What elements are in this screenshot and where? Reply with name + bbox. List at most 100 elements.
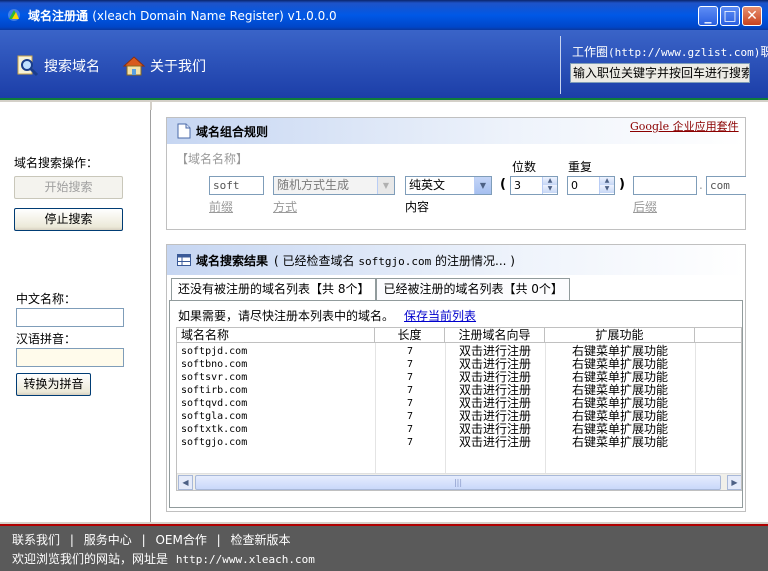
title-bar[interactable]: 域名注册通 (xleach Domain Name Register) v1.0… (0, 0, 768, 30)
table-cell-domain: softpjd.com (181, 346, 248, 357)
job-search-input[interactable]: 输入职位关键字并按回车进行搜索 (570, 63, 750, 83)
footer-separator: | (216, 533, 221, 547)
start-search-button[interactable]: 开始搜索 (14, 176, 123, 199)
prefix-label: 前缀 (209, 200, 234, 214)
scroll-right-icon[interactable]: ▶ (727, 475, 741, 490)
house-icon (122, 56, 146, 76)
cn-name-label: 中文名称： (16, 292, 77, 306)
footer-update-link[interactable]: 检查新版本 (231, 533, 291, 547)
table-cell-domain: softirb.com (181, 385, 248, 396)
nav-about-us[interactable]: 关于我们 (122, 54, 206, 78)
cn-name-input[interactable] (16, 308, 124, 327)
repeat-label: 重复 (568, 160, 593, 174)
repeat-stepper[interactable]: 0 ▲ ▼ (567, 176, 615, 195)
column-header-extension[interactable]: 扩展功能 (545, 328, 695, 343)
search-results-group: 域名搜索结果 ( 已经检查域名 softgjo.com 的注册情况... ) 还… (166, 244, 746, 512)
close-paren: ) (619, 177, 625, 192)
spin-down-icon[interactable]: ▼ (600, 185, 614, 193)
column-header-wizard[interactable]: 注册域名向导 (445, 328, 545, 343)
footer-service-link[interactable]: 服务中心 (84, 533, 132, 547)
suffix-label: 后缀 (633, 200, 658, 214)
table-cell-wizard: 双击进行注册 (458, 435, 531, 449)
domain-list[interactable]: 域名名称 长度 注册域名向导 扩展功能 softpjd.com 7 双击进行注册 右键… (176, 327, 742, 491)
search-ops-label: 域名搜索操作： (14, 156, 99, 170)
mode-label: 方式 (273, 200, 298, 214)
scroll-thumb[interactable]: ||| (195, 475, 721, 490)
suffix-input[interactable] (633, 176, 697, 195)
column-header-filler (695, 328, 741, 343)
app-icon (8, 9, 20, 21)
banner-divider (560, 36, 561, 94)
window-title: 域名注册通 (xleach Domain Name Register) v1.0… (28, 8, 337, 23)
mode-select-value: 随机方式生成 (277, 178, 350, 192)
results-tab-pane: 如果需要，请尽快注册本列表中的域名。 保存当前列表 域名名称 长度 注册域名向导 … (169, 300, 743, 508)
table-cell-length: 7 (406, 372, 414, 383)
open-paren: ( (500, 177, 506, 192)
chevron-down-icon: ▼ (377, 177, 394, 194)
content-select[interactable]: 纯英文 ▼ (405, 176, 492, 195)
table-cell-domain: softxtk.com (181, 424, 248, 435)
convert-pinyin-button[interactable]: 转换为拼音 (16, 373, 91, 396)
nav-about-label: 关于我们 (150, 59, 206, 75)
footer-site-url[interactable]: http://www.xleach.com (176, 553, 315, 566)
column-header-domain[interactable]: 域名名称 (177, 328, 375, 343)
save-list-link[interactable]: 保存当前列表 (404, 309, 476, 323)
digits-value: 3 (514, 179, 521, 192)
content-label: 内容 (405, 200, 430, 214)
horizontal-scrollbar[interactable]: ◀ ||| ▶ (177, 473, 741, 490)
column-header-length[interactable]: 长度 (375, 328, 445, 343)
search-results-header: 域名搜索结果 ( 已经检查域名 softgjo.com 的注册情况... ) (167, 245, 745, 275)
table-cell-domain: softgla.com (181, 411, 248, 422)
repeat-value: 0 (571, 179, 578, 192)
google-apps-link[interactable]: Google 企业应用套件 (630, 118, 739, 134)
nav-search-label: 搜索域名 (44, 59, 100, 75)
digits-label: 位数 (512, 160, 537, 174)
pinyin-input[interactable] (16, 348, 124, 367)
table-cell-length: 7 (406, 424, 414, 435)
table-cell-domain: softbno.com (181, 359, 248, 370)
table-cell-ext: 右键菜单扩展功能 (571, 435, 668, 449)
chevron-down-icon: ▼ (474, 177, 491, 194)
table-cell-length: 7 (406, 398, 414, 409)
spin-up-icon[interactable]: ▲ (543, 177, 557, 185)
footer-contact-link[interactable]: 联系我们 (12, 533, 60, 547)
tld-input[interactable]: com (706, 176, 746, 195)
maximize-button[interactable]: □ (720, 6, 740, 26)
content-select-value: 纯英文 (409, 178, 446, 192)
nav-search-domain[interactable]: 搜索域名 (16, 54, 100, 78)
stop-search-button[interactable]: 停止搜索 (14, 208, 123, 231)
work-circle-link[interactable]: 工作圈(http://www.gzlist.com)职位 (572, 43, 768, 60)
table-row[interactable]: softgjo.com 7 双击进行注册 右键菜单扩展功能 (177, 435, 741, 449)
spin-down-icon[interactable]: ▼ (543, 185, 557, 193)
spin-up-icon[interactable]: ▲ (600, 177, 614, 185)
results-tabs: 还没有被注册的域名列表【共 8个】 已经被注册的域名列表【共 0个】 (171, 278, 570, 301)
grid-icon (177, 254, 191, 266)
footer: 联系我们 | 服务中心 | OEM合作 | 检查新版本 欢迎浏览我们的网站，网址… (0, 524, 768, 571)
tab-registered[interactable]: 已经被注册的域名列表【共 0个】 (376, 278, 570, 300)
mode-select[interactable]: 随机方式生成 ▼ (273, 176, 395, 195)
footer-links: 联系我们 | 服务中心 | OEM合作 | 检查新版本 (12, 531, 291, 548)
footer-oem-link[interactable]: OEM合作 (155, 533, 206, 547)
dot-separator: . (699, 178, 703, 192)
scroll-left-icon[interactable]: ◀ (178, 475, 193, 490)
magnifier-icon (17, 55, 39, 77)
table-cell-domain: softqvd.com (181, 398, 248, 409)
search-status: ( 已经检查域名 softgjo.com 的注册情况... ) (274, 253, 515, 268)
footer-separator: | (69, 533, 74, 547)
pinyin-label: 汉语拼音： (16, 332, 77, 346)
digits-stepper[interactable]: 3 ▲ ▼ (510, 176, 558, 195)
table-cell-domain: softgjo.com (181, 437, 248, 448)
close-button[interactable]: ✕ (742, 6, 762, 26)
table-cell-length: 7 (406, 385, 414, 396)
tab-unregistered[interactable]: 还没有被注册的域名列表【共 8个】 (171, 278, 377, 301)
search-results-title: 域名搜索结果 (196, 253, 269, 268)
table-cell-length: 7 (406, 359, 414, 370)
footer-separator: | (141, 533, 146, 547)
prefix-input[interactable]: soft (209, 176, 264, 195)
minimize-button[interactable]: _ (698, 6, 718, 26)
table-cell-length: 7 (406, 346, 414, 357)
left-panel: 域名搜索操作： 开始搜索 停止搜索 中文名称： 汉语拼音： 转换为拼音 (0, 102, 150, 522)
document-icon (177, 123, 191, 139)
footer-welcome: 欢迎浏览我们的网站，网址是 http://www.xleach.com (12, 550, 315, 567)
table-cell-length: 7 (406, 411, 414, 422)
